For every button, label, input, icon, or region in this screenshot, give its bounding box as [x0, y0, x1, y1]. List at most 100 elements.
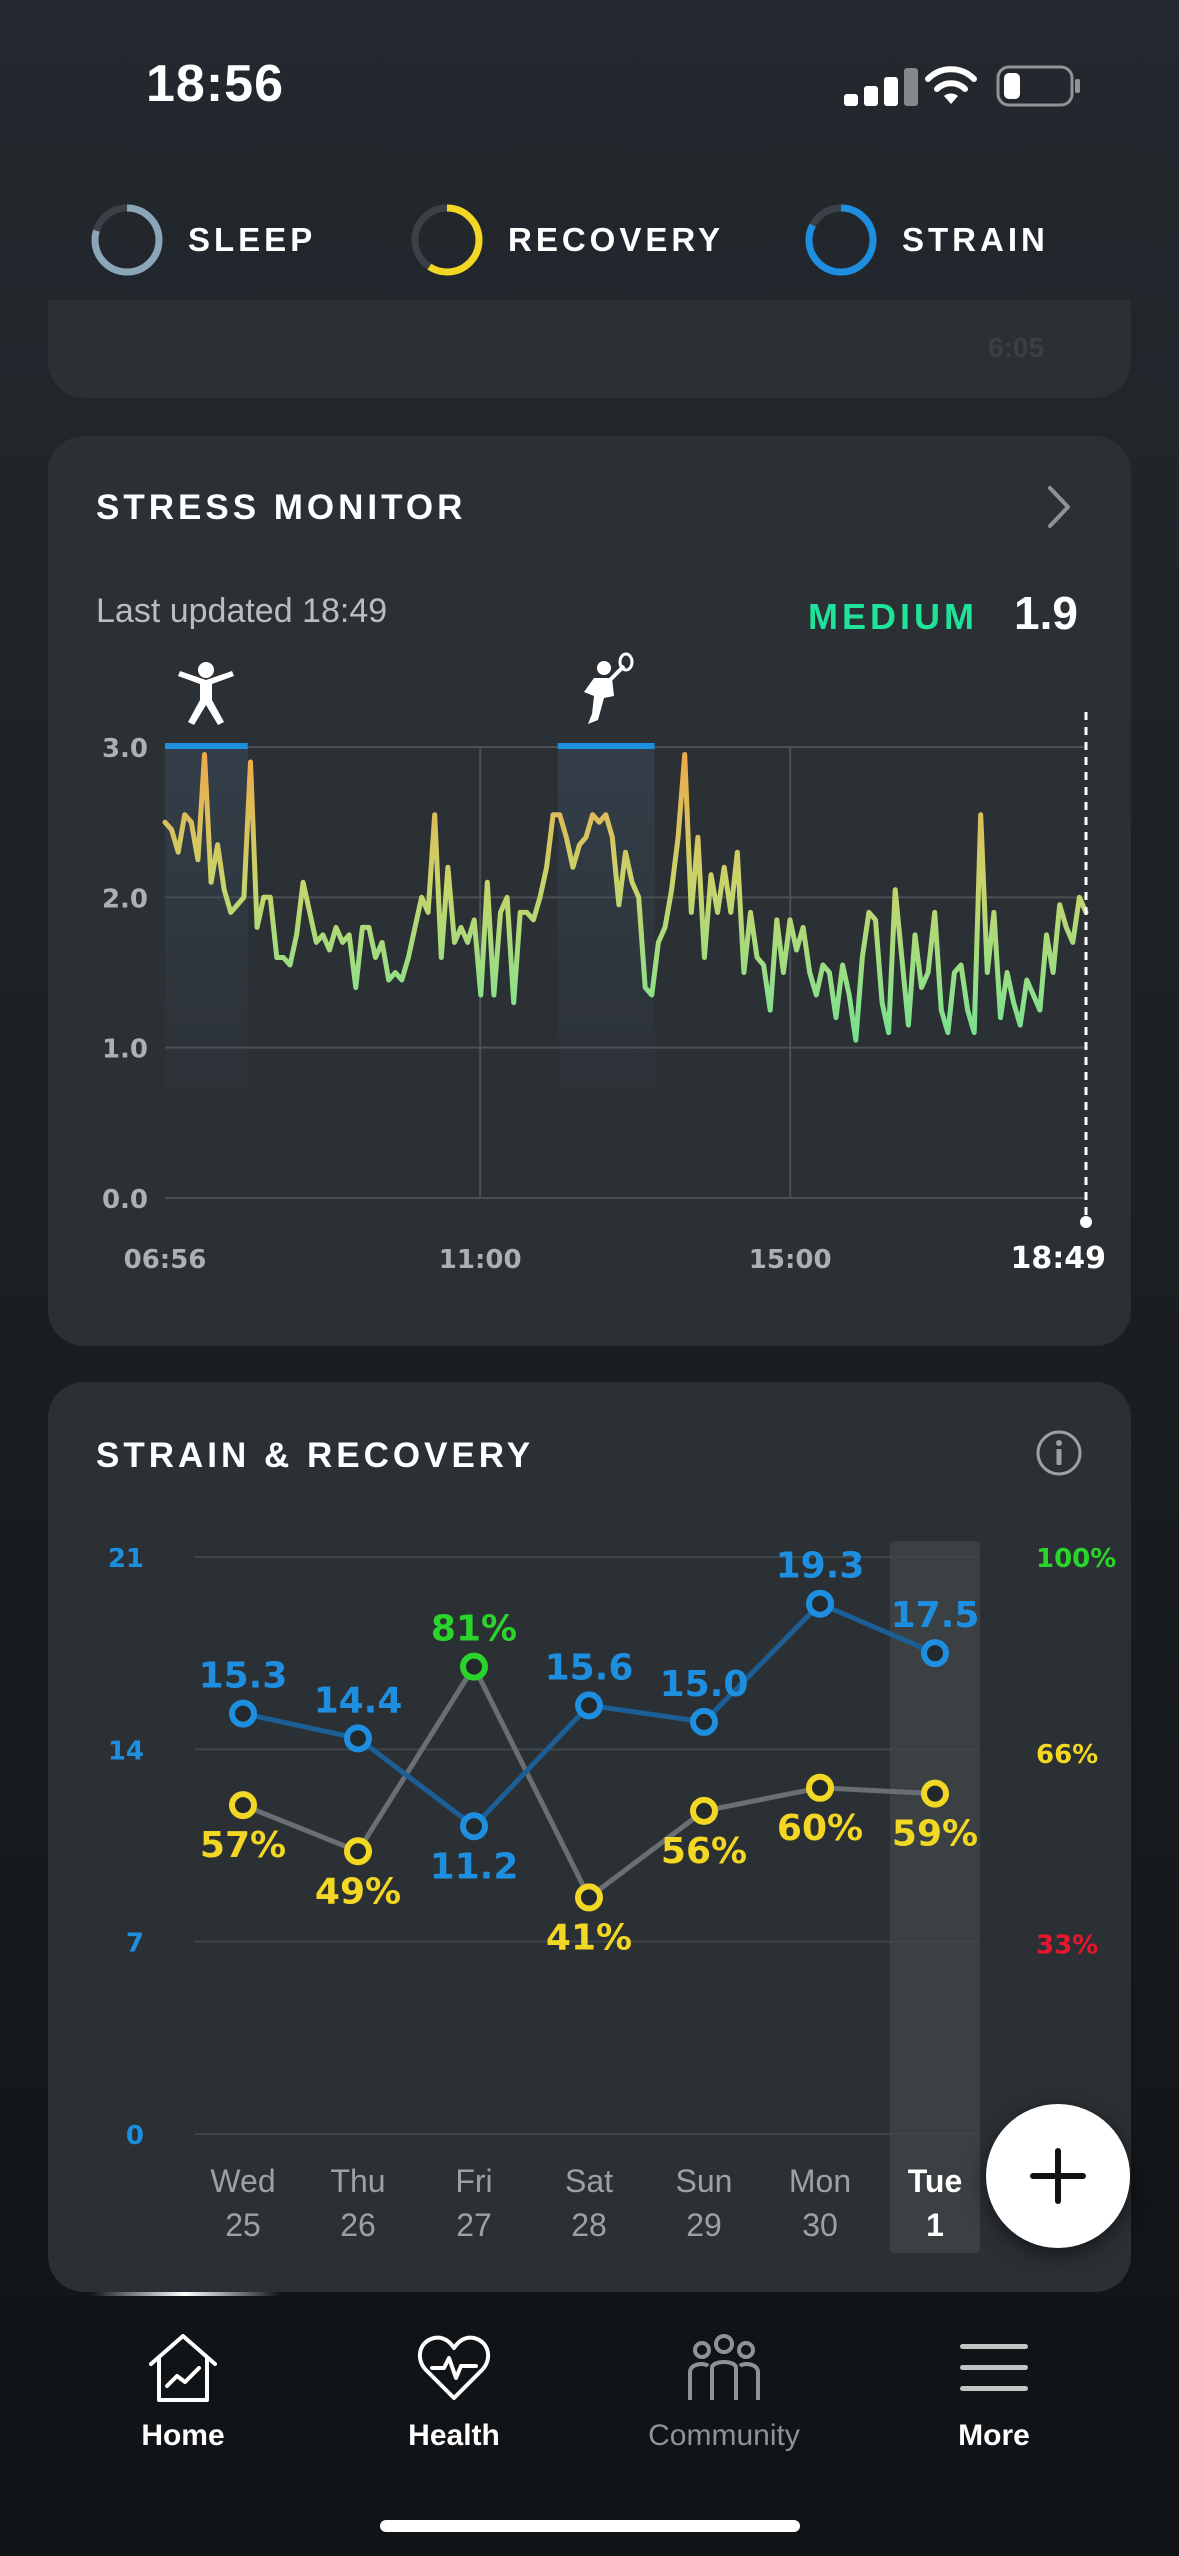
strain-point[interactable]: [921, 1639, 949, 1668]
home-icon: [149, 2334, 217, 2402]
activity-band-bar: [165, 743, 248, 749]
wifi-icon: [925, 66, 977, 104]
stress-y-tick-label: 0.0: [102, 1185, 148, 1215]
strain-axis-tick-label: 14: [108, 1736, 144, 1766]
strain-point[interactable]: [229, 1699, 257, 1728]
recovery-value-label: 60%: [777, 1808, 863, 1849]
stress-y-tick-label: 1.0: [102, 1035, 148, 1065]
recovery-point[interactable]: [690, 1796, 718, 1825]
recovery-axis-tick-label: 100%: [1036, 1544, 1116, 1574]
strain-axis-tick-label: 21: [108, 1544, 144, 1574]
strain-axis-tick-label: 7: [126, 1929, 144, 1959]
day-name-label[interactable]: Sat: [565, 2163, 613, 2199]
home-indicator: [380, 2520, 800, 2532]
recovery-point[interactable]: [460, 1652, 488, 1681]
strain-point[interactable]: [806, 1589, 834, 1618]
day-number-label[interactable]: 29: [686, 2207, 722, 2243]
now-marker-dot: [1080, 1216, 1092, 1228]
recovery-value-label: 57%: [200, 1825, 286, 1866]
strain-axis-tick-label: 0: [126, 2121, 144, 2151]
stress-x-tick-label: 15:00: [749, 1245, 832, 1275]
strain-value-label: 17.5: [891, 1595, 980, 1636]
tennis-player-icon[interactable]: [584, 652, 634, 724]
battery-icon: [996, 65, 1080, 107]
stress-x-tick-label: 18:49: [1011, 1241, 1107, 1276]
day-name-label[interactable]: Mon: [789, 2163, 851, 2199]
cellular-signal-icon: [844, 68, 926, 106]
stress-level-value: 1.9: [1014, 587, 1078, 639]
previous-card: 6:05: [48, 300, 1131, 398]
day-number-label[interactable]: 27: [456, 2207, 492, 2243]
recovery-axis-tick-label: 66%: [1036, 1740, 1098, 1770]
tab-strain-label: STRAIN: [902, 221, 1049, 258]
stress-y-tick-label: 2.0: [102, 884, 148, 914]
last-updated-text: Last updated 18:49: [96, 592, 388, 630]
sleep-ring-icon: [91, 204, 163, 276]
strain-value-label: 15.3: [199, 1656, 288, 1697]
bottom-nav-active-indicator: [90, 2292, 280, 2296]
strain-ring-icon: [805, 204, 877, 276]
nav-home-label: Home: [141, 2419, 225, 2452]
recovery-ring-icon: [411, 204, 483, 276]
day-name-label[interactable]: Fri: [455, 2163, 492, 2199]
activity-band-bar: [557, 743, 655, 749]
strain-value-label: 15.0: [660, 1664, 749, 1705]
heart-pulse-icon: [417, 2335, 491, 2400]
nav-community[interactable]: Community: [624, 2330, 824, 2453]
strain-value-label: 11.2: [430, 1846, 519, 1887]
tab-recovery[interactable]: RECOVERY: [410, 200, 724, 280]
recovery-value-label: 49%: [315, 1871, 401, 1912]
recovery-value-label: 59%: [892, 1814, 978, 1855]
strain-value-label: 19.3: [776, 1546, 865, 1587]
stress-y-tick-label: 3.0: [102, 734, 148, 764]
day-name-label[interactable]: Thu: [330, 2163, 385, 2199]
add-button[interactable]: [986, 2104, 1130, 2248]
nav-community-label: Community: [648, 2419, 800, 2452]
chevron-right-icon[interactable]: [1042, 482, 1076, 532]
day-number-label[interactable]: 1: [926, 2207, 944, 2243]
day-name-label[interactable]: Sun: [676, 2163, 733, 2199]
stress-monitor-title: STRESS MONITOR: [96, 488, 467, 527]
day-number-label[interactable]: 25: [225, 2207, 261, 2243]
info-icon[interactable]: [1034, 1428, 1084, 1478]
nav-home[interactable]: Home: [83, 2330, 283, 2453]
strain-value-label: 15.6: [545, 1647, 634, 1688]
recovery-point[interactable]: [229, 1791, 257, 1820]
recovery-point[interactable]: [806, 1773, 834, 1802]
recovery-value-label: 41%: [546, 1917, 632, 1958]
strain-point[interactable]: [575, 1691, 603, 1720]
tab-sleep-label: SLEEP: [188, 221, 317, 258]
strain-value-label: 14.4: [314, 1680, 403, 1721]
community-icon: [688, 2334, 760, 2400]
strain-recovery-title: STRAIN & RECOVERY: [96, 1436, 535, 1475]
day-number-label[interactable]: 28: [571, 2207, 607, 2243]
nav-health-label: Health: [408, 2419, 500, 2452]
day-number-label[interactable]: 30: [802, 2207, 838, 2243]
tab-sleep[interactable]: SLEEP: [90, 200, 316, 280]
tab-recovery-label: RECOVERY: [508, 221, 724, 258]
day-name-label[interactable]: Tue: [908, 2163, 963, 2199]
day-number-label[interactable]: 26: [340, 2207, 376, 2243]
nav-more-label: More: [958, 2419, 1030, 2452]
strain-point[interactable]: [690, 1707, 718, 1736]
strain-point[interactable]: [460, 1812, 488, 1841]
status-time: 18:56: [146, 55, 284, 113]
person-star-icon[interactable]: [178, 662, 234, 725]
day-name-label[interactable]: Wed: [210, 2163, 275, 2199]
recovery-value-label: 81%: [431, 1609, 517, 1650]
recovery-axis-tick-label: 33%: [1036, 1931, 1098, 1961]
previous-card-time: 6:05: [988, 332, 1045, 363]
recovery-point[interactable]: [344, 1837, 372, 1866]
recovery-value-label: 56%: [661, 1831, 747, 1872]
nav-health[interactable]: Health: [354, 2330, 554, 2453]
plus-icon: [1030, 2148, 1086, 2204]
nav-more[interactable]: More: [894, 2330, 1094, 2453]
stress-x-tick-label: 11:00: [439, 1245, 522, 1275]
stress-level-label: MEDIUM: [808, 596, 978, 637]
stress-x-tick-label: 06:56: [124, 1245, 207, 1275]
recovery-point[interactable]: [921, 1779, 949, 1808]
strain-point[interactable]: [344, 1724, 372, 1753]
recovery-point[interactable]: [575, 1883, 603, 1912]
stress-chart: 3.0 2.0 1.0 0.0 06:56 11:00 15:00 18:49: [102, 652, 1107, 1276]
tab-strain[interactable]: STRAIN: [804, 200, 1049, 280]
